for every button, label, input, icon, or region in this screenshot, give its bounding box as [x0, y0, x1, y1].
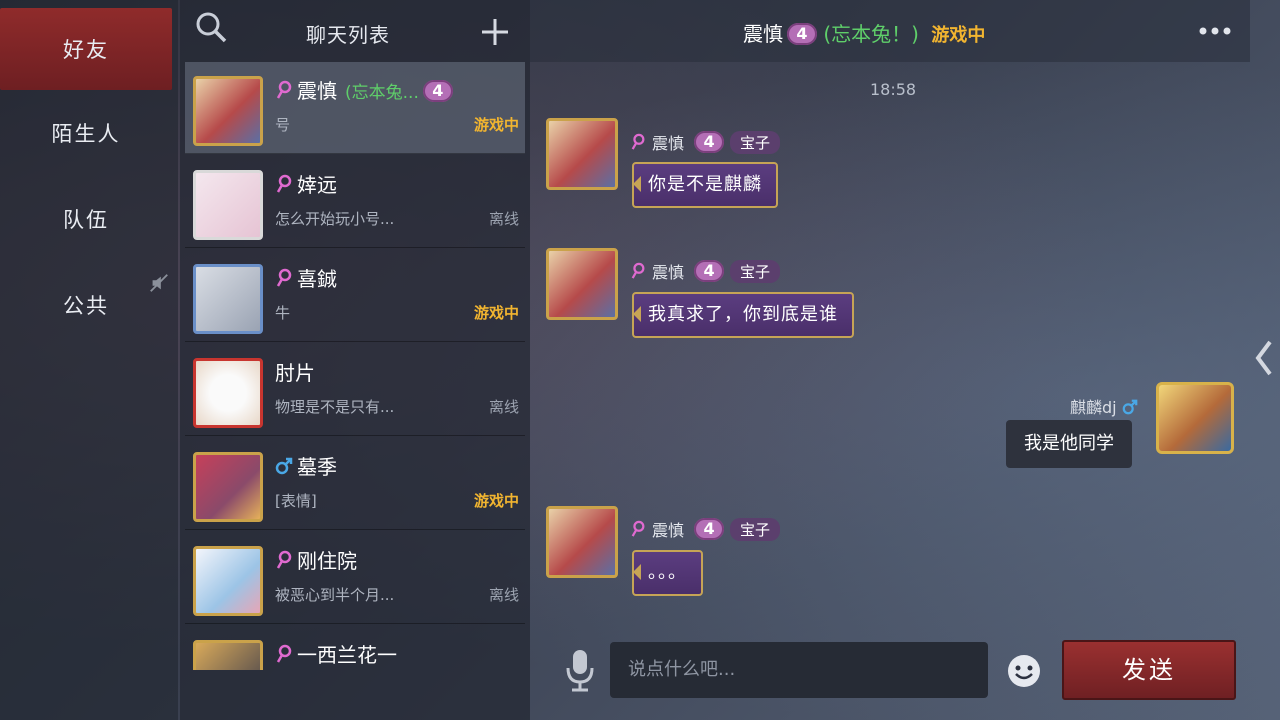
- female-icon: [631, 262, 645, 279]
- last-message: 牛: [275, 304, 291, 322]
- avatar: [193, 170, 263, 240]
- contact-name: 震慎 (忘本兔... 4: [297, 75, 453, 104]
- chat-title: 震慎 4 (忘本兔！) 游戏中: [743, 22, 986, 46]
- message-bubble[interactable]: 我真求了，你到底是谁: [632, 292, 854, 338]
- sender-name: 震慎 4 宝子: [630, 259, 781, 283]
- avatar: [193, 640, 263, 670]
- tab-friends[interactable]: 好友: [0, 8, 172, 90]
- status-text: 游戏中: [473, 492, 519, 510]
- chat-row[interactable]: 一西兰花一: [185, 626, 525, 670]
- tab-team[interactable]: 队伍: [0, 178, 172, 260]
- chat-header: 震慎 4 (忘本兔！) 游戏中: [530, 0, 1250, 62]
- avatar: [193, 264, 263, 334]
- last-message: 怎么开始玩小号...: [275, 210, 395, 228]
- chat-row[interactable]: 墓季 [表情] 游戏中: [185, 438, 525, 530]
- avatar: [193, 76, 263, 146]
- message-bubble[interactable]: 你是不是麒麟: [632, 162, 778, 208]
- last-message: [表情]: [275, 492, 317, 510]
- level-badge: 4: [787, 23, 817, 45]
- female-icon: [276, 174, 292, 193]
- search-icon[interactable]: [194, 10, 228, 44]
- contact-name: 刚住院: [297, 549, 357, 573]
- message-bubble[interactable]: 。。。: [632, 550, 703, 596]
- message-input[interactable]: 说点什么吧...: [610, 642, 988, 698]
- chat-row[interactable]: 喜鋮 牛 游戏中: [185, 250, 525, 342]
- sender-avatar[interactable]: [546, 248, 618, 320]
- status-text: 游戏中: [473, 304, 519, 322]
- female-icon: [276, 550, 292, 569]
- sender-avatar[interactable]: [546, 118, 618, 190]
- add-chat-icon[interactable]: [480, 17, 510, 47]
- female-icon: [276, 80, 292, 99]
- sender-avatar[interactable]: [546, 506, 618, 578]
- chat-list-panel: 聊天列表 震慎 (忘本兔... 4 号 游戏中 婞远 怎么开始玩小号... 离线 喜…: [180, 0, 530, 720]
- chat-row[interactable]: 刚住院 被恶心到半个月... 离线: [185, 532, 525, 624]
- more-options-icon[interactable]: [1198, 22, 1232, 40]
- emoji-icon[interactable]: [1006, 653, 1042, 689]
- timestamp: 18:58: [870, 80, 917, 99]
- female-icon: [631, 133, 645, 150]
- message-area: 18:58 震慎 4 宝子 你是不是麒麟 震慎 4 宝子 我真求了，你到底是谁 麒麟dj…: [530, 62, 1250, 632]
- female-icon: [276, 644, 292, 663]
- my-message-bubble[interactable]: 我是他同学: [1006, 420, 1132, 468]
- contact-name: 喜鋮: [297, 267, 337, 291]
- tab-strangers[interactable]: 陌生人: [0, 92, 172, 174]
- sender-name: 震慎 4 宝子: [630, 517, 781, 541]
- my-avatar[interactable]: [1156, 382, 1234, 454]
- sender-name: 震慎 4 宝子: [630, 130, 781, 154]
- tab-public[interactable]: 公共: [0, 264, 172, 346]
- chat-row[interactable]: 肘片 物理是不是只有... 离线: [185, 344, 525, 436]
- last-message: 号: [275, 116, 291, 134]
- level-badge: 4: [422, 80, 453, 102]
- status-text: 离线: [488, 586, 519, 604]
- contact-name: 肘片: [275, 361, 315, 385]
- contact-name: 墓季: [297, 455, 337, 479]
- last-message: 物理是不是只有...: [275, 398, 395, 416]
- chevron-left-icon[interactable]: [1254, 338, 1274, 378]
- contact-name: 一西兰花一: [297, 643, 397, 667]
- avatar: [193, 358, 263, 428]
- status-text: 游戏中: [473, 116, 519, 134]
- contact-name: 婞远: [297, 173, 337, 197]
- chat-list-header: 聊天列表: [180, 0, 530, 62]
- avatar: [193, 546, 263, 616]
- mute-icon: [150, 274, 168, 292]
- send-button[interactable]: 发送: [1062, 640, 1236, 700]
- status-text: 离线: [488, 398, 519, 416]
- last-message: 被恶心到半个月...: [275, 586, 395, 604]
- chat-row[interactable]: 震慎 (忘本兔... 4 号 游戏中: [185, 62, 525, 154]
- my-name: 麒麟dj: [1070, 394, 1138, 418]
- male-icon: [275, 457, 293, 475]
- status-text: 离线: [488, 210, 519, 228]
- female-icon: [631, 520, 645, 537]
- male-icon: [1122, 399, 1138, 415]
- avatar: [193, 452, 263, 522]
- category-tabs: 好友 陌生人 队伍 公共: [0, 0, 178, 720]
- chat-row[interactable]: 婞远 怎么开始玩小号... 离线: [185, 156, 525, 248]
- chat-list-title: 聊天列表: [306, 23, 390, 47]
- female-icon: [276, 268, 292, 287]
- microphone-icon[interactable]: [565, 648, 595, 692]
